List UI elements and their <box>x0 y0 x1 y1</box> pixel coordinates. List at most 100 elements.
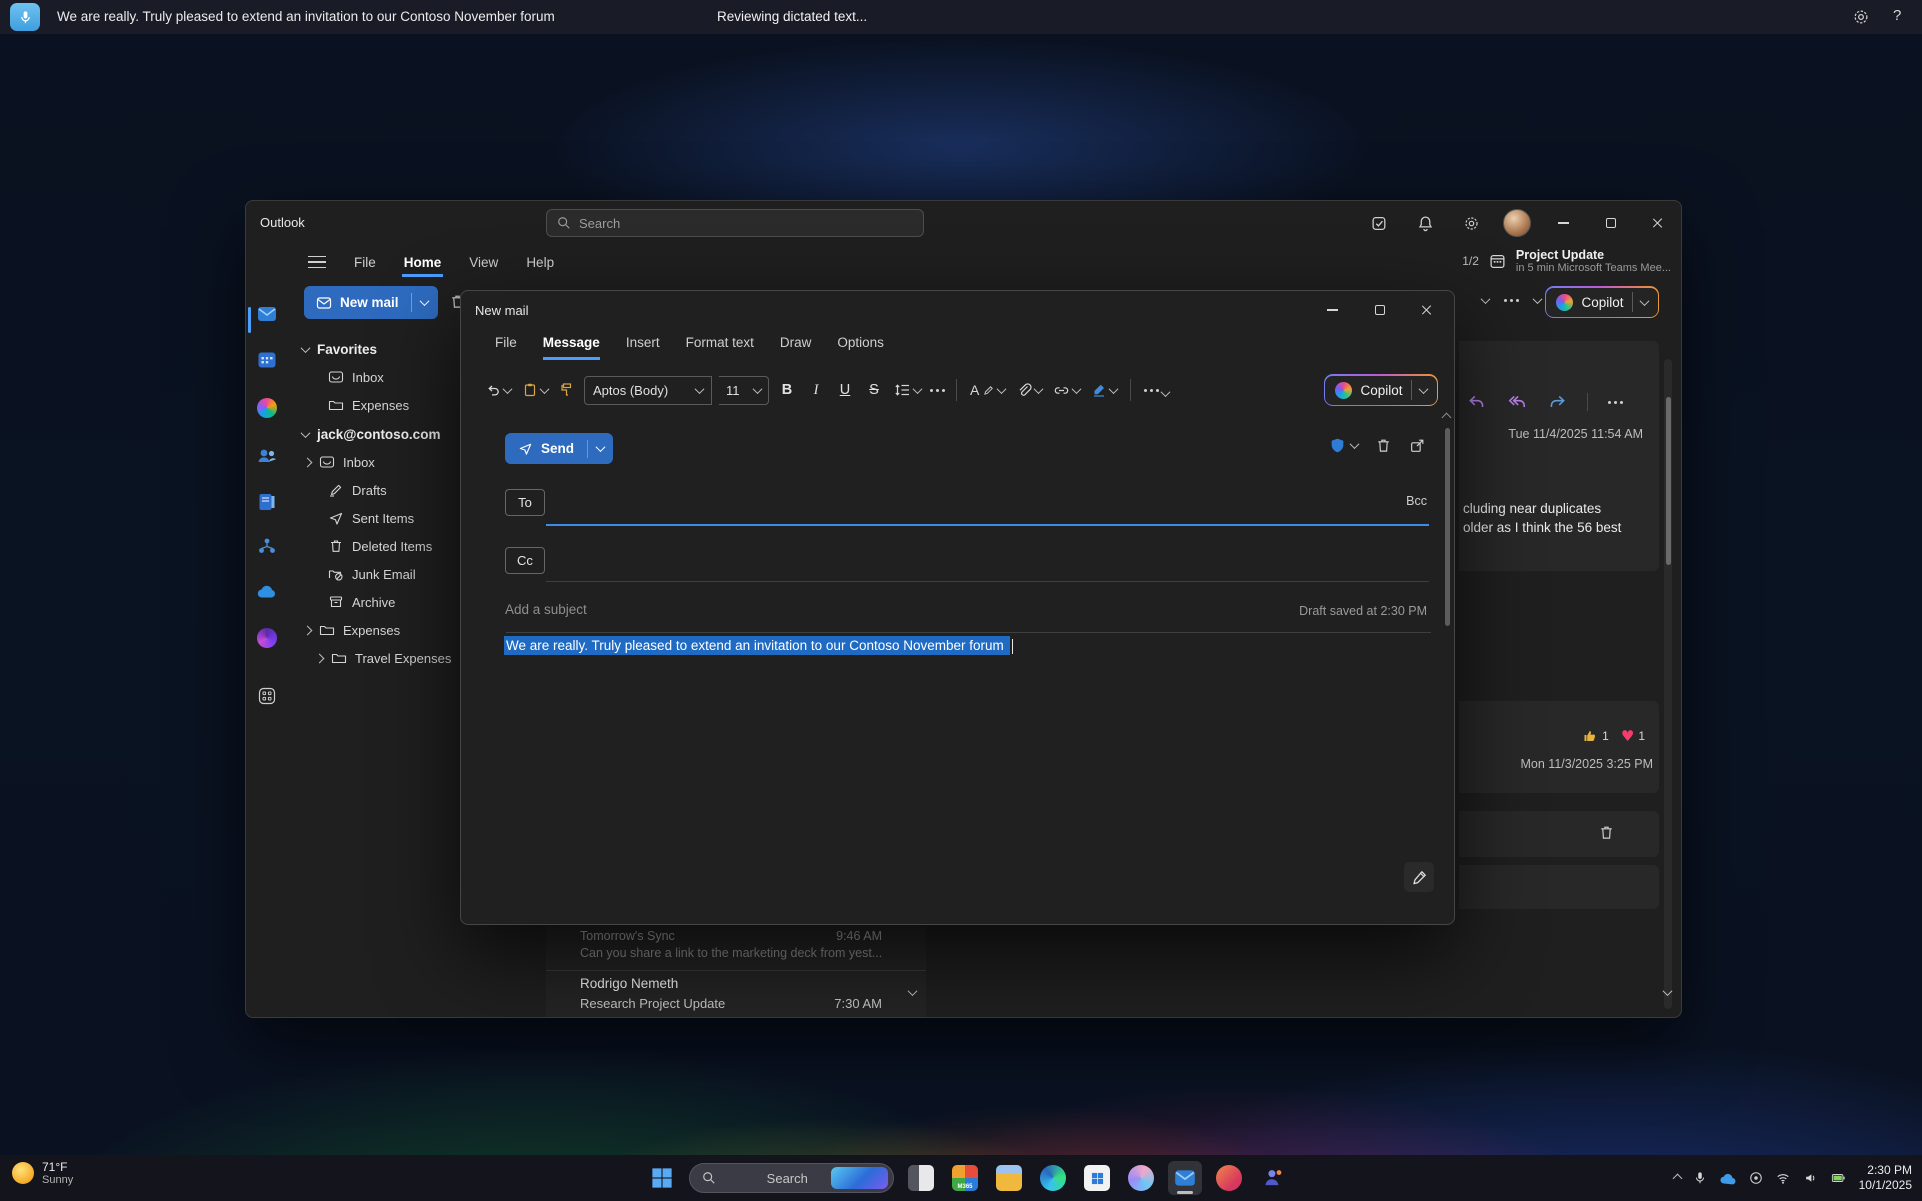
subject-field[interactable]: Add a subject <box>505 602 587 617</box>
dictation-help-button[interactable]: ? <box>1893 7 1901 24</box>
insert-link-button[interactable] <box>1051 379 1082 401</box>
folder-travel-expenses[interactable]: Travel Expenses <box>316 647 451 669</box>
tasks-button[interactable] <box>1356 201 1402 245</box>
folder-inbox-favorite[interactable]: Inbox <box>328 366 384 388</box>
folder-archive[interactable]: Archive <box>328 591 395 613</box>
line-spacing-button[interactable] <box>892 379 923 401</box>
bold-button[interactable]: B <box>776 382 798 398</box>
message-subject[interactable]: Research Project Update <box>580 996 725 1011</box>
compose-copilot-button[interactable]: Copilot <box>1324 374 1438 406</box>
taskbar-file-explorer-icon[interactable] <box>992 1161 1026 1195</box>
taskbar-edge-icon[interactable] <box>1036 1161 1070 1195</box>
taskbar-office-icon[interactable] <box>1212 1161 1246 1195</box>
notifications-bell-button[interactable] <box>1402 201 1448 245</box>
tray-onedrive-icon[interactable] <box>1719 1171 1737 1185</box>
tray-battery-icon[interactable] <box>1830 1171 1847 1185</box>
taskbar-teams-icon[interactable] <box>1256 1161 1290 1195</box>
taskbar-widgets-icon[interactable] <box>904 1161 938 1195</box>
heart-reaction[interactable]: ♥ 1 <box>1621 728 1645 744</box>
start-button[interactable] <box>645 1161 679 1195</box>
forward-icon[interactable] <box>1547 393 1567 411</box>
chevron-down-icon[interactable] <box>503 384 513 394</box>
chevron-down-icon[interactable] <box>997 384 1007 394</box>
trash-icon[interactable] <box>1598 824 1615 841</box>
more-options-icon[interactable] <box>1608 401 1611 404</box>
chevron-down-icon[interactable] <box>301 428 311 438</box>
send-button[interactable]: Send <box>505 433 613 464</box>
folder-sent-items[interactable]: Sent Items <box>328 507 414 529</box>
hamburger-menu-icon[interactable] <box>308 256 326 268</box>
notes-rail-icon[interactable] <box>256 491 278 513</box>
chevron-down-icon[interactable] <box>1034 384 1044 394</box>
microphone-button[interactable] <box>10 3 40 31</box>
encryption-shield-button[interactable] <box>1329 437 1358 454</box>
chevron-right-icon[interactable] <box>303 625 313 635</box>
settings-gear-button[interactable] <box>1448 201 1494 245</box>
people-rail-icon[interactable] <box>256 445 278 467</box>
tab-help[interactable]: Help <box>524 248 556 277</box>
weather-widget[interactable]: 71°F Sunny <box>12 1160 73 1186</box>
chevron-down-icon[interactable] <box>1109 384 1119 394</box>
chevron-down-icon[interactable] <box>301 343 311 353</box>
format-painter-button[interactable] <box>557 379 577 401</box>
more-formatting-icon[interactable] <box>930 389 933 392</box>
folder-expenses[interactable]: Expenses <box>304 619 400 641</box>
onedrive-rail-icon[interactable] <box>256 581 278 603</box>
message-body[interactable]: We are really. Truly pleased to extend a… <box>504 638 1013 654</box>
folder-section-favorites[interactable]: Favorites <box>302 338 377 360</box>
open-in-new-window-button[interactable] <box>1409 437 1426 454</box>
more-options-icon[interactable] <box>1504 299 1507 302</box>
tab-options[interactable]: Options <box>837 335 884 360</box>
folder-deleted-items[interactable]: Deleted Items <box>328 535 432 557</box>
reading-pane-scrollbar[interactable] <box>1664 359 1672 1009</box>
outlook-search-input[interactable]: Search <box>546 209 924 237</box>
compose-maximize-button[interactable] <box>1356 291 1403 329</box>
outlook-close-button[interactable] <box>1634 201 1681 245</box>
thumbs-up-reaction[interactable]: 1 <box>1582 728 1609 744</box>
chevron-down-icon[interactable] <box>1481 294 1491 304</box>
discard-draft-button[interactable] <box>1375 437 1392 454</box>
folder-expenses-favorite[interactable]: Expenses <box>328 394 409 416</box>
compose-close-button[interactable] <box>1403 291 1450 329</box>
meeting-reminder-toast[interactable]: 1/2 Project Update in 5 min Microsoft Te… <box>1462 248 1671 274</box>
chevron-down-icon[interactable] <box>913 384 923 394</box>
tab-message[interactable]: Message <box>543 335 600 360</box>
taskbar-m365-icon[interactable]: M365 <box>948 1161 982 1195</box>
tab-home[interactable]: Home <box>402 248 444 277</box>
more-commands-button[interactable] <box>1142 381 1171 400</box>
tab-draw[interactable]: Draw <box>780 335 812 360</box>
tray-security-icon[interactable] <box>1749 1171 1763 1185</box>
new-mail-button[interactable]: New mail <box>304 286 438 319</box>
copilot-dropdown-icon[interactable] <box>1418 384 1428 394</box>
message-sender[interactable]: Rodrigo Nemeth <box>580 976 678 991</box>
tab-file[interactable]: File <box>352 248 378 277</box>
folder-junk-email[interactable]: Junk Email <box>328 563 416 585</box>
undo-button[interactable] <box>483 379 513 401</box>
account-avatar[interactable] <box>1494 201 1540 245</box>
chevron-right-icon[interactable] <box>303 457 313 467</box>
scroll-down-icon[interactable] <box>908 986 918 996</box>
tray-volume-icon[interactable] <box>1803 1171 1818 1185</box>
taskbar-copilot-icon[interactable] <box>1124 1161 1158 1195</box>
signature-button[interactable] <box>1089 379 1119 401</box>
tab-file[interactable]: File <box>495 335 517 360</box>
cc-button[interactable]: Cc <box>505 547 545 574</box>
tab-insert[interactable]: Insert <box>626 335 660 360</box>
chevron-down-icon[interactable] <box>1533 294 1543 304</box>
underline-button[interactable]: U <box>834 382 856 398</box>
font-size-select[interactable]: 11 <box>719 376 769 405</box>
taskbar-store-icon[interactable] <box>1080 1161 1114 1195</box>
italic-button[interactable]: I <box>805 382 827 399</box>
tab-view[interactable]: View <box>467 248 500 277</box>
bcc-button[interactable]: Bcc <box>1406 494 1427 508</box>
outlook-maximize-button[interactable] <box>1587 201 1634 245</box>
message-subject[interactable]: Tomorrow's Sync <box>580 929 675 943</box>
calendar-rail-icon[interactable] <box>256 349 278 371</box>
tab-format-text[interactable]: Format text <box>686 335 754 360</box>
tray-wifi-icon[interactable] <box>1775 1171 1791 1185</box>
reply-all-icon[interactable] <box>1507 393 1527 411</box>
more-apps-rail-icon[interactable] <box>256 685 278 707</box>
dictation-settings-button[interactable] <box>1852 8 1870 26</box>
mail-rail-icon[interactable] <box>256 303 278 325</box>
taskbar-clock[interactable]: 2:30 PM 10/1/2025 <box>1859 1163 1912 1193</box>
